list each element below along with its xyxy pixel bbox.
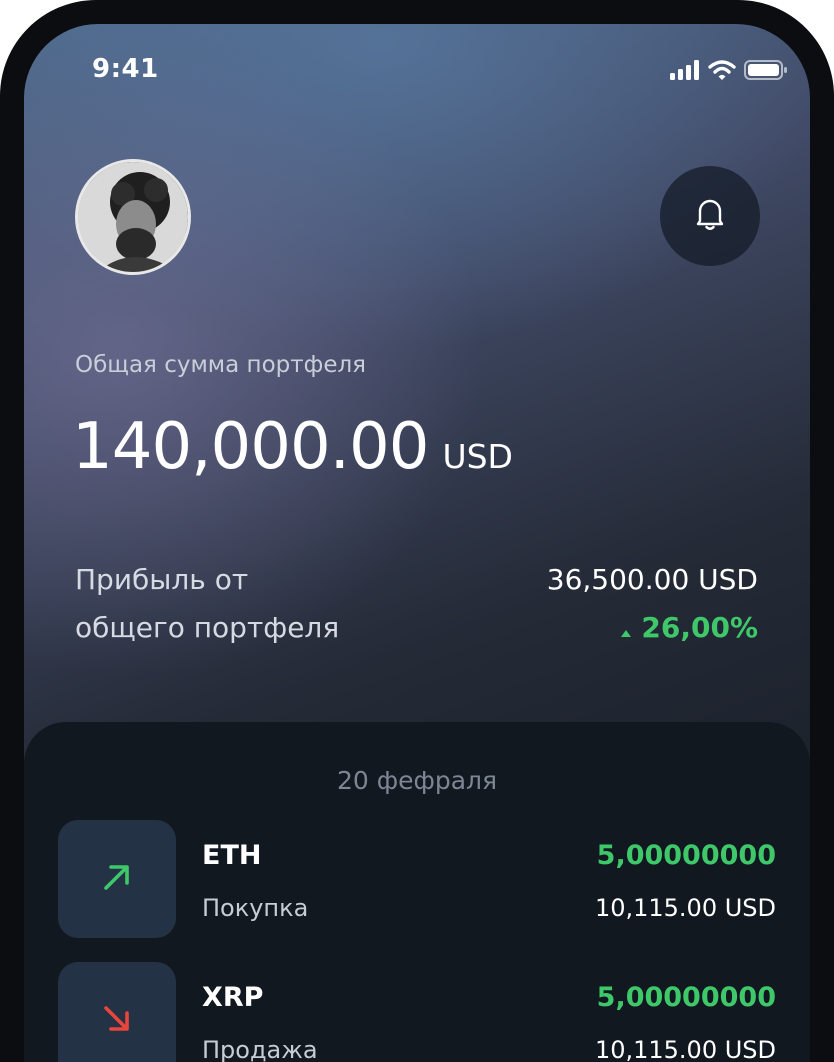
app-screen: 9:41 Общая сумма портфеля 140,000.00 USD… bbox=[24, 24, 810, 1062]
profit-amount: 36,500.00 USD bbox=[546, 563, 758, 596]
transaction-usd: 10,115.00 USD bbox=[594, 1036, 776, 1062]
status-bar-time: 9:41 bbox=[92, 54, 159, 84]
portfolio-total-amount: 140,000.00 bbox=[72, 410, 429, 484]
transactions-panel: 20 фефраля ETH Покупка 5,00000000 10,115… bbox=[24, 722, 810, 1062]
transaction-row-eth[interactable]: ETH Покупка 5,00000000 10,115.00 USD bbox=[24, 820, 810, 938]
transaction-type: Покупка bbox=[202, 894, 309, 922]
transaction-coin: XRP bbox=[202, 982, 264, 1013]
status-bar-icons bbox=[670, 60, 788, 84]
portfolio-label: Общая сумма портфеля bbox=[75, 352, 367, 378]
transaction-usd: 10,115.00 USD bbox=[594, 894, 776, 922]
avatar-photo bbox=[78, 162, 188, 272]
triangle-up-icon bbox=[621, 604, 632, 652]
transaction-quantity: 5,00000000 bbox=[596, 840, 776, 871]
bell-icon bbox=[695, 197, 725, 235]
signal-bars-icon bbox=[670, 60, 700, 84]
transaction-row-xrp[interactable]: XRP Продажа 5,00000000 10,115.00 USD bbox=[24, 962, 810, 1062]
transaction-type: Продажа bbox=[202, 1036, 318, 1062]
transaction-coin: ETH bbox=[202, 840, 262, 871]
profit-label-line2: общего портфеля bbox=[75, 611, 340, 644]
avatar[interactable] bbox=[75, 159, 191, 275]
profit-percent: 26,00% bbox=[621, 604, 758, 652]
profit-percent-value: 26,00% bbox=[641, 611, 758, 644]
arrow-up-right-icon bbox=[100, 860, 134, 898]
profit-label-line1: Прибыль от bbox=[75, 563, 249, 596]
transaction-quantity: 5,00000000 bbox=[596, 982, 776, 1013]
battery-icon bbox=[744, 60, 788, 84]
phone-frame: 9:41 Общая сумма портфеля 140,000.00 USD… bbox=[0, 0, 834, 1062]
transaction-icon-box bbox=[58, 962, 176, 1062]
wifi-icon bbox=[708, 60, 736, 84]
notifications-button[interactable] bbox=[660, 166, 760, 266]
transaction-icon-box bbox=[58, 820, 176, 938]
portfolio-total-currency: USD bbox=[442, 437, 513, 476]
arrow-down-right-icon bbox=[100, 1002, 134, 1040]
transactions-date: 20 фефраля bbox=[336, 766, 498, 795]
portfolio-total: 140,000.00 USD bbox=[72, 410, 513, 484]
profit-label: Прибыль от общего портфеля bbox=[75, 556, 405, 652]
